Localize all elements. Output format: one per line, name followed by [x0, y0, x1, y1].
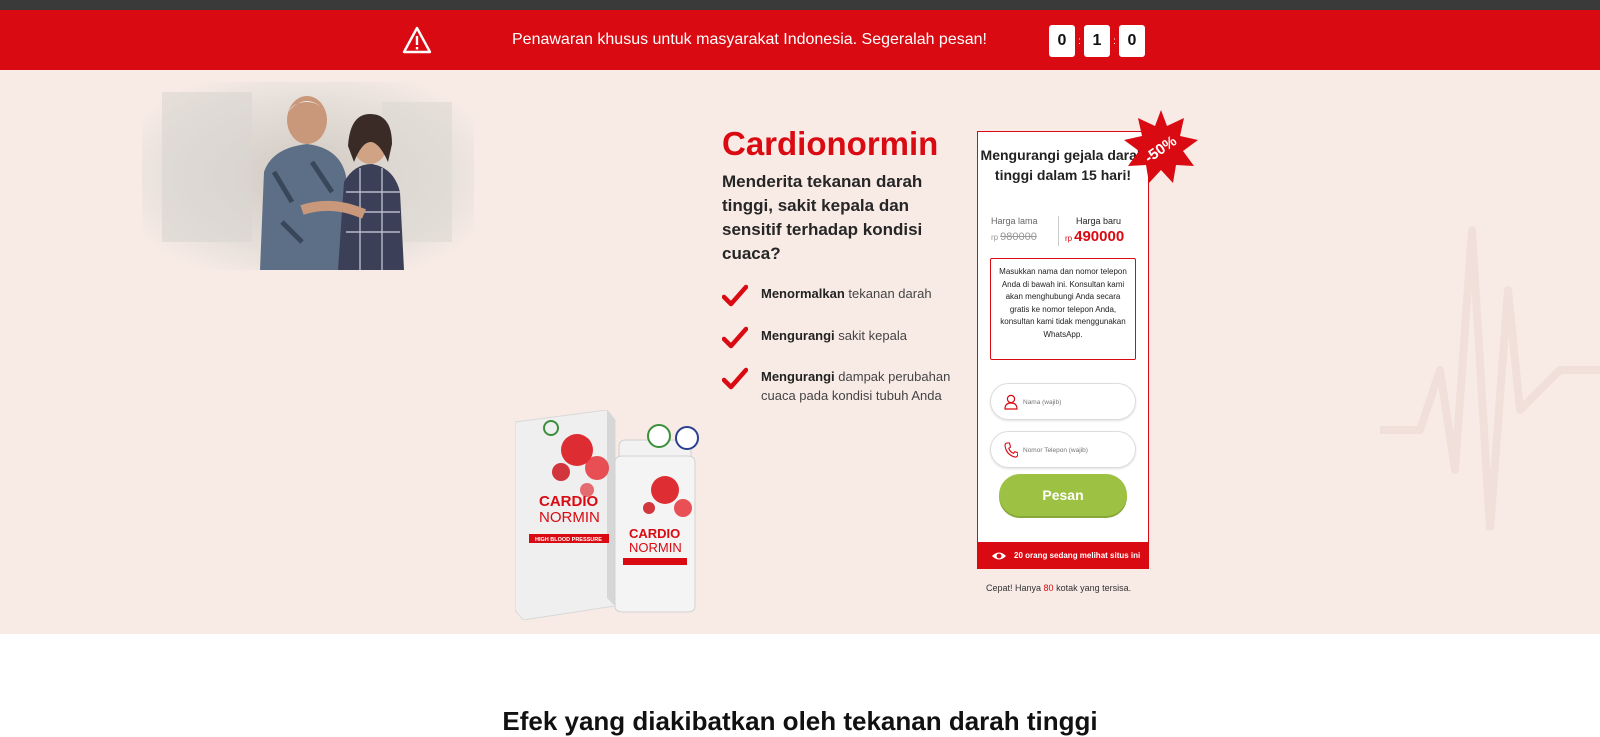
hero-section: Cardionormin Menderita tekanan darah tin…: [0, 70, 1600, 634]
phone-input[interactable]: [1023, 442, 1128, 458]
heartbeat-line-decoration: [1380, 226, 1600, 530]
feature-bold: Mengurangi: [761, 369, 835, 384]
svg-text:CARDIO: CARDIO: [629, 526, 680, 541]
price-divider: [1058, 216, 1059, 246]
old-price-currency: rp: [991, 233, 999, 242]
new-price-currency: rp: [1065, 234, 1073, 243]
check-icon: [722, 284, 748, 307]
new-price-label: Harga baru: [1076, 216, 1122, 226]
order-form-card: Mengurangi gejala darah tinggi dalam 15 …: [977, 131, 1149, 569]
timer-separator: :: [1078, 35, 1081, 47]
timer-digit: 0: [1049, 25, 1075, 57]
user-icon: [1004, 394, 1018, 410]
consultant-notice: Masukkan nama dan nomor telepon Anda di …: [990, 258, 1136, 360]
timer-digit: 1: [1084, 25, 1110, 57]
old-price: rp 980000: [991, 231, 1037, 243]
product-image: CARDIO NORMIN HIGH BLOOD PRESSURE CARDIO…: [515, 410, 699, 620]
old-price-value: 980000: [1000, 231, 1037, 243]
feature-bold: Mengurangi: [761, 328, 835, 343]
stock-notice: Cepat! Hanya 80 kotak yang tersisa.: [986, 583, 1131, 593]
warning-icon: [402, 26, 432, 54]
box-brand-line2: NORMIN: [539, 509, 600, 526]
new-price: rp 490000: [1065, 228, 1124, 245]
phone-field[interactable]: [990, 431, 1136, 468]
stock-suffix: kotak yang tersisa.: [1053, 583, 1132, 593]
feature-text: sakit kepala: [834, 328, 907, 343]
stock-count: 80: [1043, 583, 1054, 593]
countdown-timer: 0 : 1 : 0: [1049, 25, 1145, 57]
new-price-value: 490000: [1074, 228, 1125, 245]
product-subtitle: Menderita tekanan darah tinggi, sakit ke…: [722, 172, 923, 263]
feature-item: Mengurangi dampak perubahan cuaca pada k…: [722, 367, 971, 405]
timer-digit: 0: [1119, 25, 1145, 57]
feature-bold: Menormalkan: [761, 286, 845, 301]
eye-icon: [992, 552, 1006, 559]
old-price-label: Harga lama: [991, 216, 1038, 226]
feature-item: Menormalkan tekanan darah: [722, 284, 971, 308]
product-title: Cardionormin: [722, 125, 939, 162]
promo-message: Penawaran khusus untuk masyarakat Indone…: [512, 31, 987, 48]
name-field[interactable]: [990, 383, 1136, 420]
box-brand-line1: CARDIO: [539, 493, 598, 510]
order-button[interactable]: Pesan: [999, 474, 1127, 516]
viewers-text: 20 orang sedang melihat situs ini: [1014, 551, 1141, 560]
check-icon: [722, 367, 748, 390]
box-tag: HIGH BLOOD PRESSURE: [535, 537, 602, 543]
promo-banner: Penawaran khusus untuk masyarakat Indone…: [0, 10, 1600, 70]
feature-text: tekanan darah: [844, 286, 932, 301]
check-icon: [722, 326, 748, 349]
name-input[interactable]: [1023, 394, 1128, 410]
feature-item: Mengurangi sakit kepala: [722, 326, 971, 350]
effects-section-title: Efek yang diakibatkan oleh tekanan darah…: [502, 706, 1098, 736]
browser-top-strip: [0, 0, 1600, 10]
viewers-bar: 20 orang sedang melihat situs ini: [977, 542, 1149, 569]
svg-text:NORMIN: NORMIN: [629, 540, 682, 555]
discount-badge: -50%: [1124, 110, 1198, 183]
couple-photo: [142, 82, 474, 270]
stock-prefix: Cepat! Hanya: [986, 583, 1044, 593]
timer-separator: :: [1113, 35, 1116, 47]
phone-icon: [1004, 442, 1018, 458]
